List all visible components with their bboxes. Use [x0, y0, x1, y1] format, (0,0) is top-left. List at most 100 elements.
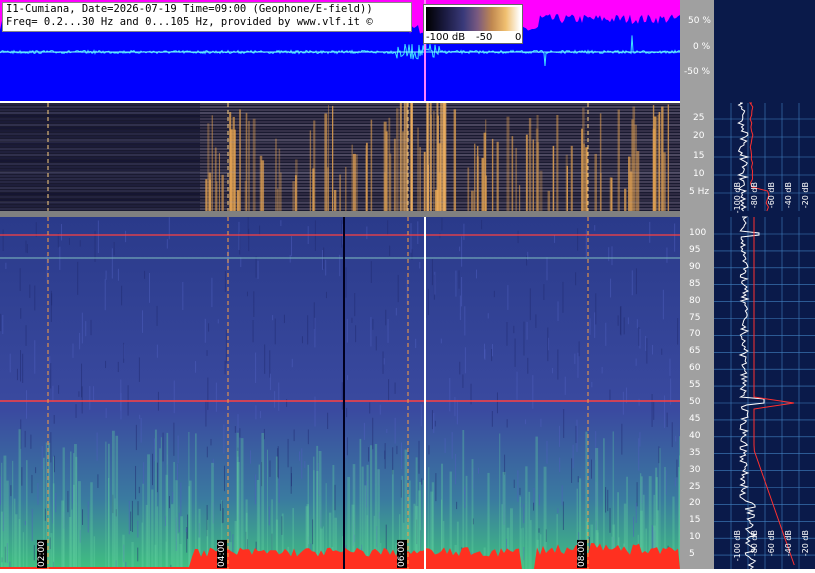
- high-freq-noise: [667, 413, 668, 427]
- high-freq-noise: [256, 256, 257, 277]
- high-freq-noise: [607, 490, 608, 511]
- high-freq-noise: [492, 344, 493, 356]
- high-freq-noise: [114, 242, 115, 255]
- high-freq-noise: [594, 225, 595, 231]
- low-freq-band: [200, 130, 680, 132]
- high-freq-noise: [98, 221, 99, 254]
- high-freq-noise: [29, 285, 30, 298]
- title-line-2: Freq= 0.2...30 Hz and 0...105 Hz, provid…: [3, 16, 411, 29]
- high-freq-noise: [269, 350, 270, 377]
- high-freq-streak: [73, 485, 75, 569]
- low-freq-band: [0, 136, 200, 138]
- high-freq-tick: 50: [689, 397, 700, 407]
- high-freq-streak: [195, 433, 197, 569]
- high-freq-noise: [517, 372, 518, 400]
- high-freq-noise: [419, 262, 420, 269]
- high-freq-noise: [307, 315, 308, 344]
- high-freq-streak: [173, 462, 175, 569]
- high-freq-noise: [576, 420, 577, 452]
- low-freq-streak: [279, 149, 281, 211]
- low-freq-band: [0, 124, 200, 126]
- low-freq-streak: [327, 167, 329, 211]
- high-freq-noise: [539, 494, 540, 505]
- low-freq-streak: [548, 191, 551, 211]
- high-freq-noise: [25, 431, 26, 447]
- high-freq-noise: [351, 318, 352, 323]
- high-freq-noise: [661, 349, 662, 355]
- high-freq-noise: [207, 350, 208, 356]
- high-freq-noise: [259, 226, 260, 235]
- high-freq-noise: [554, 235, 555, 243]
- high-freq-streak: [530, 520, 532, 569]
- high-freq-noise: [299, 451, 300, 460]
- high-freq-noise: [284, 315, 285, 323]
- high-freq-noise: [45, 509, 46, 521]
- low-freq-band: [200, 133, 680, 135]
- high-freq-noise: [411, 223, 412, 253]
- high-freq-noise: [52, 386, 53, 402]
- high-freq-noise: [85, 321, 86, 336]
- high-freq-streak: [175, 480, 177, 569]
- low-freq-streak: [659, 112, 661, 211]
- low-freq-band: [0, 145, 200, 147]
- high-freq-noise: [345, 437, 346, 458]
- low-freq-streak: [400, 103, 402, 211]
- high-freq-noise: [428, 445, 429, 454]
- high-freq-tick: 65: [689, 346, 700, 356]
- high-freq-noise: [557, 508, 558, 513]
- low-freq-streak: [310, 130, 311, 211]
- high-freq-noise: [618, 315, 619, 325]
- high-freq-noise: [211, 278, 212, 307]
- high-freq-streak: [487, 473, 489, 569]
- high-freq-noise: [624, 317, 625, 334]
- high-freq-streak: [370, 445, 372, 569]
- title-line-1: I1-Cumiana, Date=2026-07-19 Time=09:00 (…: [3, 3, 411, 16]
- high-freq-noise: [210, 439, 211, 445]
- high-freq-noise: [454, 397, 455, 416]
- low-freq-band: [0, 184, 200, 186]
- low-freq-band: [0, 199, 200, 201]
- side-spectrum-plot: [714, 0, 815, 569]
- low-freq-band: [0, 208, 200, 210]
- high-freq-noise: [639, 432, 640, 446]
- high-freq-noise: [143, 462, 144, 485]
- high-freq-noise: [34, 340, 35, 374]
- side-lower-label-100: -100 dB: [733, 530, 742, 561]
- low-freq-band: [0, 166, 200, 168]
- high-freq-noise: [322, 250, 323, 270]
- high-freq-noise: [31, 475, 32, 493]
- high-freq-noise: [591, 382, 592, 387]
- side-lower-trace: [740, 217, 764, 569]
- high-freq-tick: 55: [689, 380, 700, 390]
- high-freq-tick: 40: [689, 431, 700, 441]
- low-freq-band: [200, 103, 680, 105]
- low-freq-band: [0, 169, 200, 171]
- low-freq-streak: [312, 168, 314, 211]
- high-freq-noise: [76, 404, 77, 418]
- high-freq-noise: [462, 374, 463, 387]
- high-freq-noise: [441, 339, 442, 344]
- high-freq-noise: [137, 521, 138, 538]
- low-freq-streak: [526, 135, 528, 211]
- low-freq-streak: [467, 168, 469, 211]
- high-freq-streak: [525, 466, 527, 569]
- high-freq-tick: 100: [689, 228, 706, 238]
- low-freq-streak: [474, 144, 475, 211]
- high-freq-noise: [0, 314, 1, 331]
- high-freq-noise: [144, 271, 145, 279]
- low-freq-streak: [540, 171, 543, 211]
- high-freq-noise: [594, 312, 595, 338]
- low-freq-streak: [295, 175, 297, 211]
- high-freq-noise: [445, 438, 446, 453]
- low-freq-streak: [221, 175, 223, 211]
- high-freq-tick: 95: [689, 245, 700, 255]
- high-freq-noise: [79, 333, 80, 349]
- high-freq-tick: 10: [689, 532, 700, 542]
- high-freq-streak: [12, 461, 13, 569]
- high-freq-streak: [69, 517, 71, 569]
- high-freq-streak: [267, 450, 268, 569]
- high-freq-noise: [27, 244, 28, 253]
- low-freq-streak: [661, 107, 663, 211]
- high-freq-streak: [161, 437, 162, 569]
- low-freq-streak: [253, 119, 256, 211]
